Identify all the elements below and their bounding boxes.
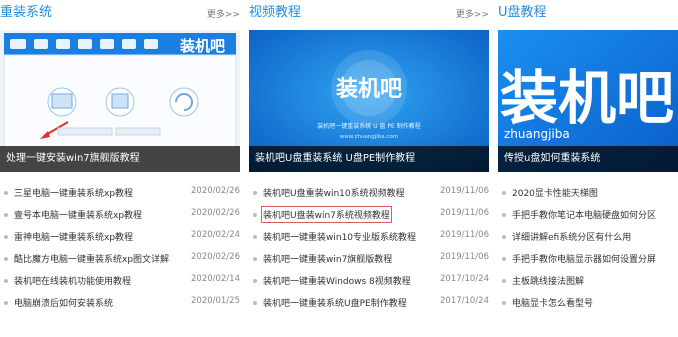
list-item-link[interactable]: 手把手教你笔记本电脑硬盘如何分区 (512, 208, 656, 221)
list-item[interactable]: 酷比魔方电脑一键重装系统xp图文详解 2020/02/26 (0, 248, 240, 270)
bullet-icon (502, 213, 506, 217)
list-item-link[interactable]: 2020显卡性能天梯图 (512, 186, 598, 199)
list-item-link[interactable]: 装机吧一键重装win7旗舰版教程 (263, 252, 392, 265)
list-item-link[interactable]: 酷比魔方电脑一键重装系统xp图文详解 (14, 252, 169, 265)
cover-subtitle: 装机吧一键重装系统 U 盘 PE 制作教程 (317, 122, 420, 130)
list-item[interactable]: 装机吧一键重装win10专业版系统教程 2019/11/06 (249, 226, 489, 248)
list-item-date: 2017/10/24 (440, 296, 489, 306)
bullet-icon (4, 301, 8, 305)
list-item-date: 2019/11/06 (440, 208, 489, 218)
list-item[interactable]: 2020显卡性能天梯图 (498, 182, 678, 204)
section-header: U盘教程 (498, 4, 678, 24)
list-item-link[interactable]: 壹号本电脑一键重装系统xp教程 (14, 208, 142, 221)
featured-card[interactable]: 装机吧 装机吧一键重装系统 U 盘 PE 制作教程 www.zhuangjiba… (249, 30, 489, 172)
bullet-icon (502, 235, 506, 239)
bullet-icon (253, 213, 257, 217)
list-item[interactable]: 详细讲解efi系统分区有什么用 (498, 226, 678, 248)
section-title[interactable]: U盘教程 (498, 4, 547, 22)
list-item-date: 2019/11/06 (440, 230, 489, 240)
cover-url: www.zhuangjiba.com (340, 134, 398, 140)
list-item-link[interactable]: 电脑显卡怎么看型号 (512, 296, 593, 309)
article-list: 2020显卡性能天梯图 手把手教你笔记本电脑硬盘如何分区 详细讲解efi系统分区… (498, 182, 678, 314)
bullet-icon (502, 279, 506, 283)
list-item-date: 2019/11/06 (440, 252, 489, 262)
bullet-icon (4, 213, 8, 217)
article-list: 装机吧U盘重装win10系统视频教程 2019/11/06 装机吧U盘装win7系… (249, 182, 489, 314)
bullet-icon (253, 279, 257, 283)
section-title[interactable]: 重装系统 (0, 4, 52, 22)
card-caption[interactable]: 传授u盘如何重装系统 (498, 146, 678, 172)
section-title[interactable]: 视频教程 (249, 4, 301, 22)
list-item-link[interactable]: 装机吧在线装机功能使用教程 (14, 274, 131, 287)
article-list: 三星电脑一键重装系统xp教程 2020/02/26 壹号本电脑一键重装系统xp教程… (0, 182, 240, 314)
list-item-link[interactable]: 装机吧一键重装win10专业版系统教程 (263, 230, 416, 243)
list-item-link[interactable]: 雷神电脑一键重装系统xp教程 (14, 230, 133, 243)
list-item-link[interactable]: 手把手教你电脑显示器如何设置分屏 (512, 252, 656, 265)
bullet-icon (253, 301, 257, 305)
list-item[interactable]: 手把手教你电脑显示器如何设置分屏 (498, 248, 678, 270)
more-link[interactable]: 更多>> (456, 7, 489, 20)
featured-card[interactable]: 装机吧 处理一键安装win7旗舰版教程 (0, 30, 240, 172)
list-item-date: 2017/10/24 (440, 274, 489, 284)
bullet-icon (4, 235, 8, 239)
list-item-date: 2020/02/14 (191, 274, 240, 284)
list-item[interactable]: 主板跳线接法图解 (498, 270, 678, 292)
list-item-link[interactable]: 三星电脑一键重装系统xp教程 (14, 186, 133, 199)
cover-url: zhuangjiba (504, 127, 570, 141)
list-item[interactable]: 装机吧一键重装Windows 8视频教程 2017/10/24 (249, 270, 489, 292)
list-item-link[interactable]: 主板跳线接法图解 (512, 274, 584, 287)
section-header: 视频教程 更多>> (249, 4, 489, 24)
column-usb-tutorials: U盘教程 装机吧 zhuangjiba 传授u盘如何重装系统 2020显卡性能天… (498, 0, 678, 337)
list-item[interactable]: 三星电脑一键重装系统xp教程 2020/02/26 (0, 182, 240, 204)
bullet-icon (502, 191, 506, 195)
list-item-link[interactable]: 详细讲解efi系统分区有什么用 (512, 230, 631, 243)
list-item-date: 2020/02/26 (191, 186, 240, 196)
list-item[interactable]: 电脑崩溃后如何安装系统 2020/01/25 (0, 292, 240, 314)
list-item[interactable]: 装机吧一键重装系统U盘PE制作教程 2017/10/24 (249, 292, 489, 314)
bullet-icon (502, 257, 506, 261)
column-reinstall-system: 重装系统 更多>> 装机吧 处理一键安装win7旗舰版教程 三星电脑一键重装系统… (0, 0, 240, 337)
brand-logo-large: 装机吧 (500, 64, 674, 132)
brand-logo: 装机吧 (336, 77, 402, 102)
list-item-date: 2020/02/24 (191, 230, 240, 240)
list-item-link[interactable]: 装机吧一键重装Windows 8视频教程 (263, 274, 411, 287)
bullet-icon (4, 191, 8, 195)
list-item-date: 2019/11/06 (440, 186, 489, 196)
bullet-icon (253, 257, 257, 261)
list-item-highlighted[interactable]: 装机吧U盘装win7系统视频教程 2019/11/06 (249, 204, 489, 226)
list-item-link[interactable]: 装机吧U盘重装win10系统视频教程 (263, 186, 405, 199)
list-item-link[interactable]: 装机吧一键重装系统U盘PE制作教程 (263, 296, 407, 309)
list-item-date: 2020/01/25 (191, 296, 240, 306)
list-item[interactable]: 装机吧一键重装win7旗舰版教程 2019/11/06 (249, 248, 489, 270)
list-item[interactable]: 手把手教你笔记本电脑硬盘如何分区 (498, 204, 678, 226)
bullet-icon (4, 279, 8, 283)
list-item-date: 2020/02/26 (191, 208, 240, 218)
list-item-date: 2020/02/26 (191, 252, 240, 262)
list-item[interactable]: 电脑显卡怎么看型号 (498, 292, 678, 314)
app-logo-text: 装机吧 (179, 37, 225, 55)
list-item[interactable]: 雷神电脑一键重装系统xp教程 2020/02/24 (0, 226, 240, 248)
bullet-icon (502, 301, 506, 305)
list-item[interactable]: 壹号本电脑一键重装系统xp教程 2020/02/26 (0, 204, 240, 226)
column-video-tutorials: 视频教程 更多>> 装机吧 装机吧一键重装系统 U 盘 PE 制作教程 www.… (249, 0, 489, 337)
section-header: 重装系统 更多>> (0, 4, 240, 24)
card-caption[interactable]: 处理一键安装win7旗舰版教程 (0, 146, 240, 172)
list-item-link[interactable]: 装机吧U盘装win7系统视频教程 (261, 206, 392, 223)
bullet-icon (253, 235, 257, 239)
list-item-link[interactable]: 电脑崩溃后如何安装系统 (14, 296, 113, 309)
list-item[interactable]: 装机吧在线装机功能使用教程 2020/02/14 (0, 270, 240, 292)
card-caption[interactable]: 装机吧U盘重装系统 U盘PE制作教程 (249, 146, 489, 172)
list-item[interactable]: 装机吧U盘重装win10系统视频教程 2019/11/06 (249, 182, 489, 204)
featured-card[interactable]: 装机吧 zhuangjiba 传授u盘如何重装系统 (498, 30, 678, 172)
more-link[interactable]: 更多>> (207, 7, 240, 20)
bullet-icon (253, 191, 257, 195)
bullet-icon (4, 257, 8, 261)
